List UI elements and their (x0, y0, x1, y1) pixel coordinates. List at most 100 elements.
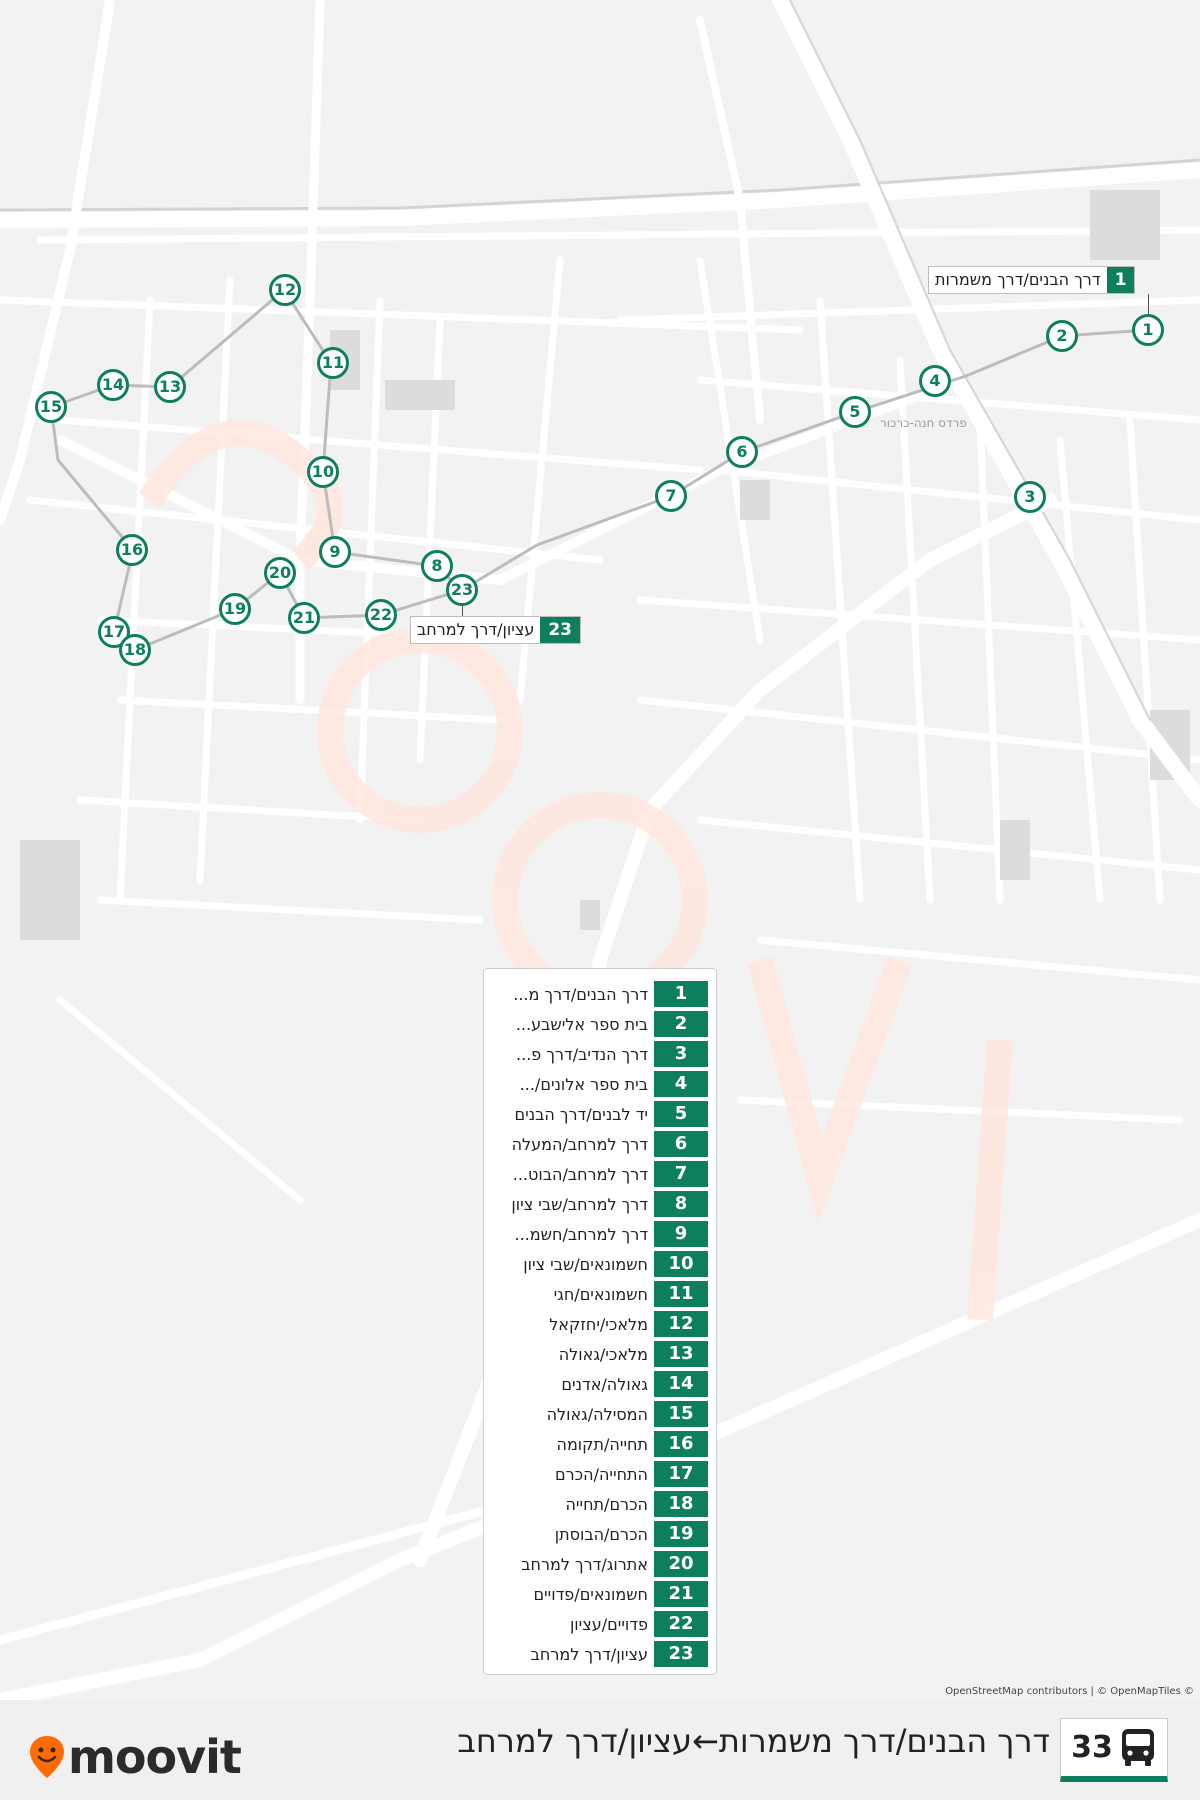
stop-name: דרך הנדיב/דרך פ... (516, 1044, 648, 1064)
stop-list-item[interactable]: 22 פדויים/עציון (492, 1609, 708, 1639)
stop-marker-3[interactable]: 3 (1014, 481, 1046, 513)
stop-list-item[interactable]: 4 בית ספר אלונים/... (492, 1069, 708, 1099)
stop-list-item[interactable]: 3 דרך הנדיב/דרך פ... (492, 1039, 708, 1069)
start-stop-number: 1 (1106, 267, 1135, 293)
stop-number: 4 (654, 1071, 708, 1097)
stop-marker-5[interactable]: 5 (839, 396, 871, 428)
stop-list-item[interactable]: 7 דרך למרחב/הבוט... (492, 1159, 708, 1189)
stop-list-item[interactable]: 2 בית ספר אלישבע... (492, 1009, 708, 1039)
stop-marker-23[interactable]: 23 (446, 574, 478, 606)
stop-name: הכרם/תחייה (565, 1494, 648, 1514)
stop-marker-2[interactable]: 2 (1046, 320, 1078, 352)
map-pin-face-icon (30, 1736, 64, 1778)
stop-marker-13[interactable]: 13 (154, 371, 186, 403)
stop-list-item[interactable]: 10 חשמונאים/שבי ציון (492, 1249, 708, 1279)
stop-marker-12[interactable]: 12 (269, 274, 301, 306)
stop-marker-18[interactable]: 18 (119, 634, 151, 666)
stop-marker-22[interactable]: 22 (365, 599, 397, 631)
stop-list-item[interactable]: 6 דרך למרחב/המעלה (492, 1129, 708, 1159)
stop-marker-19[interactable]: 19 (219, 593, 251, 625)
stop-number: 18 (654, 1491, 708, 1517)
stop-list-item[interactable]: 15 המסילה/גאולה (492, 1399, 708, 1429)
stop-list-item[interactable]: 18 הכרם/תחייה (492, 1489, 708, 1519)
stop-list-item[interactable]: 5 יד לבנים/דרך הבנים (492, 1099, 708, 1129)
start-callout-leader (1148, 294, 1149, 316)
stop-marker-6[interactable]: 6 (726, 436, 758, 468)
stop-marker-1[interactable]: 1 (1132, 314, 1164, 346)
stop-marker-4[interactable]: 4 (919, 365, 951, 397)
stop-name: חשמונאים/פדויים (533, 1584, 648, 1604)
stop-number: 1 (654, 981, 708, 1007)
stop-list-item[interactable]: 14 גאולה/אדנים (492, 1369, 708, 1399)
stop-name: התחייה/הכרם (555, 1464, 648, 1484)
stop-list-item[interactable]: 16 תחייה/תקומה (492, 1429, 708, 1459)
stop-number: 20 (654, 1551, 708, 1577)
stop-list-item[interactable]: 8 דרך למרחב/שבי ציון (492, 1189, 708, 1219)
stop-number: 9 (654, 1221, 708, 1247)
stop-name: חשמונאים/חגי (553, 1284, 648, 1304)
stop-name: חשמונאים/שבי ציון (523, 1254, 648, 1274)
stop-marker-15[interactable]: 15 (35, 391, 67, 423)
stop-number: 8 (654, 1191, 708, 1217)
stop-name: מלאכי/יחזקאל (549, 1314, 648, 1334)
stop-number: 6 (654, 1131, 708, 1157)
stop-number: 22 (654, 1611, 708, 1637)
stop-list-item[interactable]: 21 חשמונאים/פדויים (492, 1579, 708, 1609)
stop-list-item[interactable]: 23 עציון/דרך למרחב (492, 1639, 708, 1669)
brand-name: moovit (68, 1730, 242, 1784)
stop-list-item[interactable]: 20 אתרוג/דרך למרחב (492, 1549, 708, 1579)
stop-number: 10 (654, 1251, 708, 1277)
area-label: פרדס חנה-כרכור (880, 416, 967, 430)
stop-number: 12 (654, 1311, 708, 1337)
stop-marker-10[interactable]: 10 (307, 456, 339, 488)
stop-marker-8[interactable]: 8 (421, 550, 453, 582)
stop-number: 2 (654, 1011, 708, 1037)
stop-list-item[interactable]: 13 מלאכי/גאולה (492, 1339, 708, 1369)
stop-number: 21 (654, 1581, 708, 1607)
stop-list-item[interactable]: 17 התחייה/הכרם (492, 1459, 708, 1489)
stop-number: 19 (654, 1521, 708, 1547)
stop-number: 3 (654, 1041, 708, 1067)
stop-list-item[interactable]: 9 דרך למרחב/חשמ... (492, 1219, 708, 1249)
stop-list-item[interactable]: 12 מלאכי/יחזקאל (492, 1309, 708, 1339)
stop-marker-11[interactable]: 11 (317, 347, 349, 379)
route-badge[interactable]: 33 (1060, 1718, 1168, 1782)
stop-name: תחייה/תקומה (556, 1434, 648, 1454)
end-stop-label: עציון/דרך למרחב (417, 620, 535, 639)
stop-number: 16 (654, 1431, 708, 1457)
stop-number: 11 (654, 1281, 708, 1307)
end-stop-number: 23 (540, 617, 581, 643)
stop-number: 15 (654, 1401, 708, 1427)
stop-marker-21[interactable]: 21 (288, 602, 320, 634)
stop-number: 5 (654, 1101, 708, 1127)
stop-list: 1 דרך הבנים/דרך מ... 2 בית ספר אלישבע... 3 דר… (483, 968, 717, 1675)
end-callout-leader (462, 604, 463, 616)
end-stop-callout[interactable]: 23 עציון/דרך למרחב (410, 616, 582, 644)
stop-list-item[interactable]: 1 דרך הבנים/דרך מ... (492, 979, 708, 1009)
stop-marker-9[interactable]: 9 (319, 536, 351, 568)
stop-list-item[interactable]: 11 חשמונאים/חגי (492, 1279, 708, 1309)
stop-marker-20[interactable]: 20 (264, 557, 296, 589)
stop-name: אתרוג/דרך למרחב (521, 1554, 648, 1574)
stop-name: בית ספר אלישבע... (515, 1014, 648, 1034)
stop-name: דרך הבנים/דרך מ... (513, 984, 648, 1004)
start-stop-callout[interactable]: 1 דרך הבנים/דרך משמרות (928, 266, 1136, 294)
start-stop-label: דרך הבנים/דרך משמרות (935, 270, 1101, 289)
stop-marker-7[interactable]: 7 (655, 480, 687, 512)
route-number: 33 (1071, 1730, 1113, 1765)
map-attribution[interactable]: OpenStreetMap contributors | © OpenMapTi… (945, 1686, 1194, 1697)
stop-list-item[interactable]: 19 הכרם/הבוסתן (492, 1519, 708, 1549)
stop-number: 14 (654, 1371, 708, 1397)
stop-name: דרך למרחב/הבוט... (512, 1164, 648, 1184)
moovit-logo[interactable]: moovit (30, 1730, 242, 1784)
stop-marker-14[interactable]: 14 (97, 369, 129, 401)
stop-name: דרך למרחב/חשמ... (514, 1224, 648, 1244)
stop-name: דרך למרחב/שבי ציון (511, 1194, 648, 1214)
stop-number: 7 (654, 1161, 708, 1187)
stop-name: הכרם/הבוסתן (554, 1524, 648, 1544)
stop-name: המסילה/גאולה (546, 1404, 648, 1424)
stop-number: 13 (654, 1341, 708, 1367)
stop-marker-16[interactable]: 16 (116, 534, 148, 566)
stop-number: 23 (654, 1641, 708, 1667)
stop-name: עציון/דרך למרחב (530, 1644, 648, 1664)
